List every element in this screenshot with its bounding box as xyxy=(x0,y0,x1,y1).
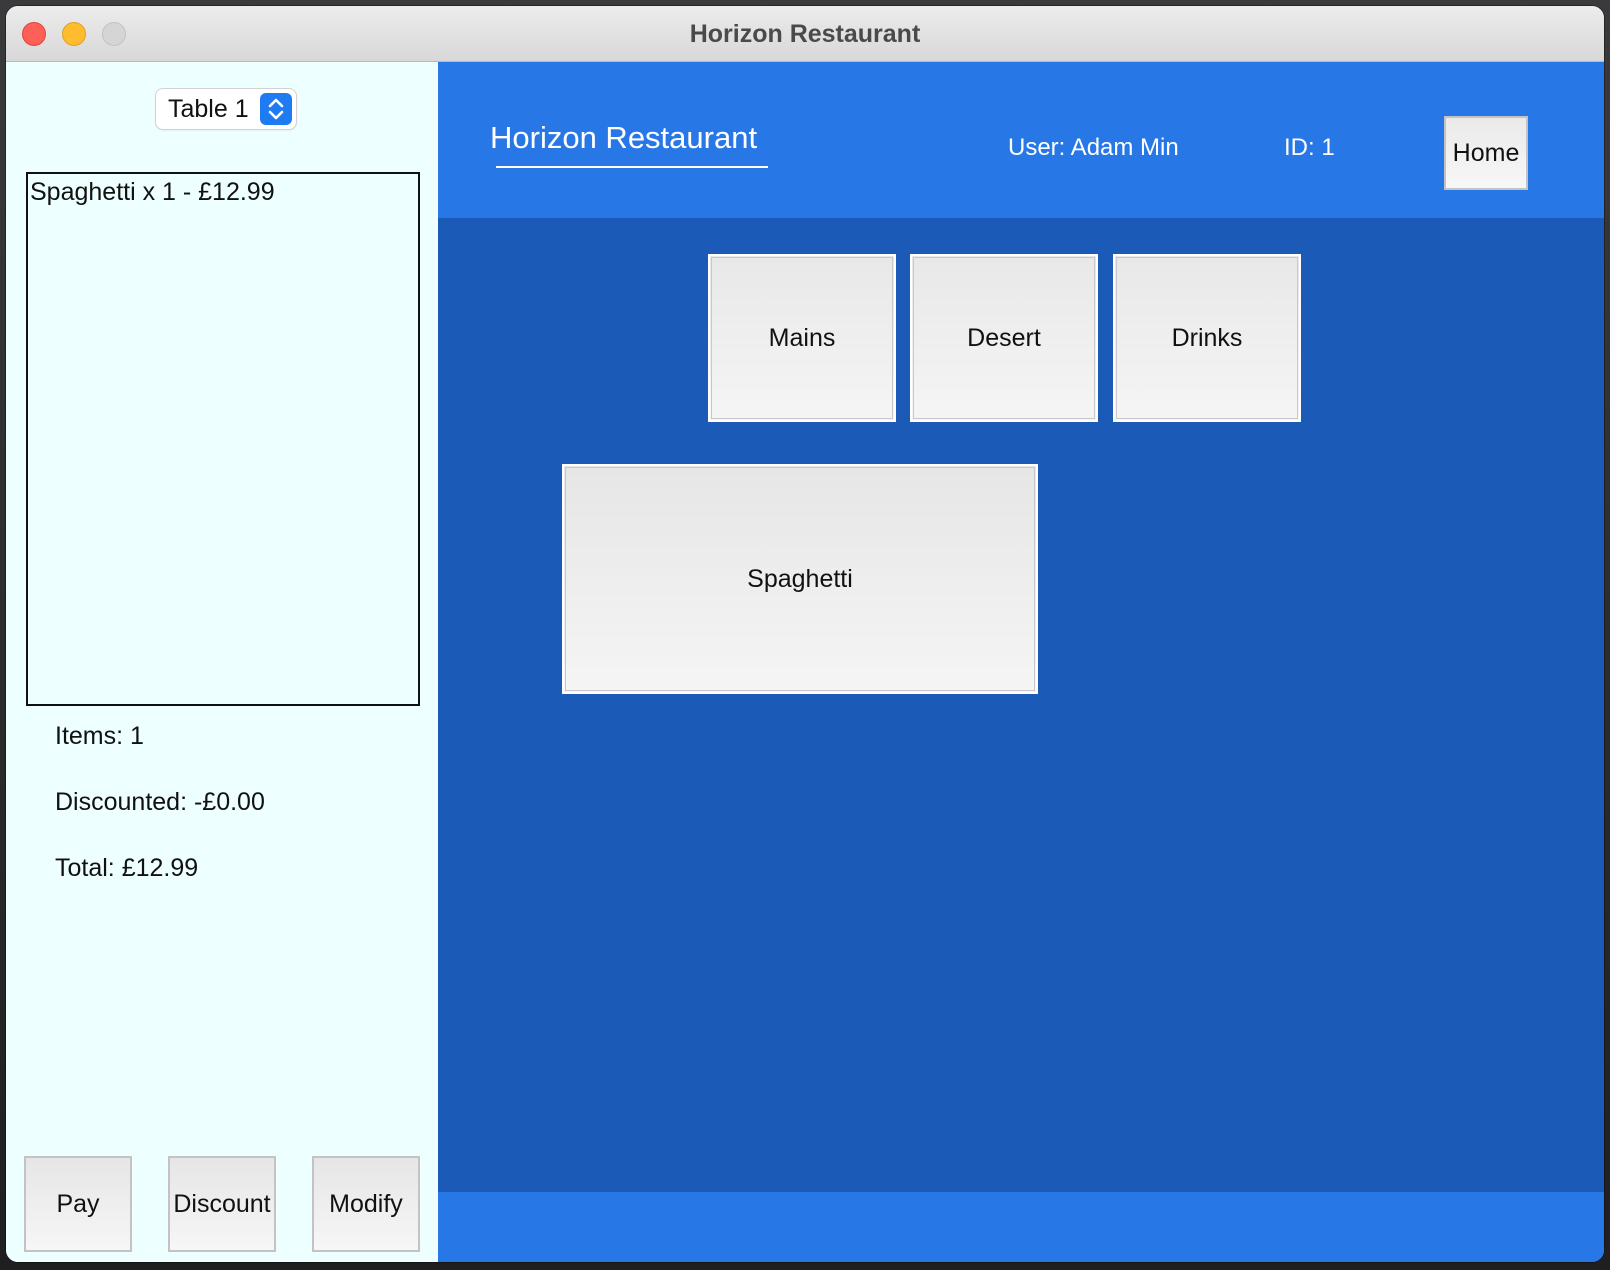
title-bar: Horizon Restaurant xyxy=(6,6,1604,62)
user-id-label: ID: 1 xyxy=(1284,134,1335,161)
chevron-up-down-icon[interactable] xyxy=(260,93,292,125)
discounted-label: Discounted: -£0.00 xyxy=(55,788,265,816)
total-label: Total: £12.99 xyxy=(55,854,199,882)
category-desert-button[interactable]: Desert xyxy=(910,254,1098,422)
window-title: Horizon Restaurant xyxy=(689,20,921,48)
menu-item-spaghetti-button[interactable]: Spaghetti xyxy=(562,464,1038,694)
table-select-value: Table 1 xyxy=(168,95,249,123)
modify-button[interactable]: Modify xyxy=(312,1156,420,1252)
discount-button[interactable]: Discount xyxy=(168,1156,276,1252)
order-items-list[interactable]: Spaghetti x 1 - £12.99 xyxy=(26,172,420,706)
category-drinks-button[interactable]: Drinks xyxy=(1113,254,1301,422)
menu-panel: Horizon Restaurant User: Adam Min ID: 1 … xyxy=(438,62,1604,1262)
home-button[interactable]: Home xyxy=(1444,116,1528,190)
footer-bar xyxy=(438,1192,1604,1262)
order-panel: Table 1 Spaghetti x 1 - £12.99 Items: 1 … xyxy=(6,62,438,1262)
user-label: User: Adam Min xyxy=(1008,134,1179,161)
category-mains-button[interactable]: Mains xyxy=(708,254,896,422)
pay-button[interactable]: Pay xyxy=(24,1156,132,1252)
items-count-label: Items: 1 xyxy=(55,722,144,750)
list-item[interactable]: Spaghetti x 1 - £12.99 xyxy=(30,178,275,207)
brand-underline xyxy=(496,166,768,168)
table-select[interactable]: Table 1 xyxy=(156,89,296,129)
header-bar: Horizon Restaurant User: Adam Min ID: 1 … xyxy=(438,62,1604,218)
app-window: Horizon Restaurant Table 1 Spaghetti x 1… xyxy=(6,6,1604,1262)
brand-title: Horizon Restaurant xyxy=(490,120,758,155)
